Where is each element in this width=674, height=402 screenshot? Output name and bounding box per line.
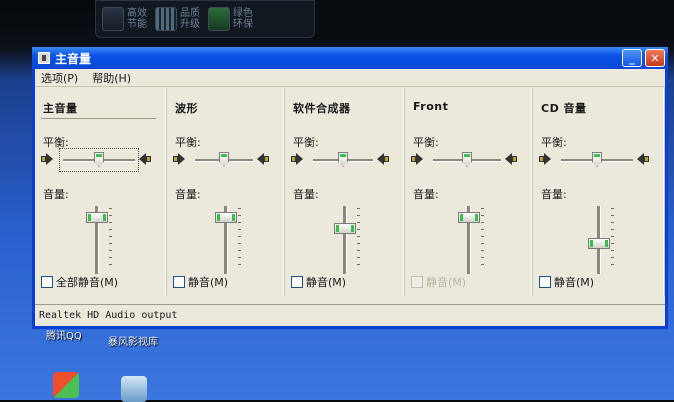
volume-ticks bbox=[611, 208, 614, 270]
channel-column: CD 音量平衡: 音量: 静音(M) bbox=[533, 88, 665, 296]
channel-title: Front bbox=[413, 100, 449, 113]
top-item-energy[interactable]: 高效 节能 bbox=[102, 7, 151, 31]
volume-label: 音量: bbox=[293, 188, 319, 201]
volume-track[interactable] bbox=[343, 206, 347, 274]
mute-label: 全部静音(M) bbox=[56, 276, 119, 289]
balance-slider[interactable] bbox=[411, 150, 521, 170]
mute-checkbox: 静音(M) bbox=[411, 274, 466, 290]
speaker-right-icon bbox=[637, 152, 649, 166]
minimize-button[interactable]: _ bbox=[622, 49, 642, 67]
menu-bar: 选项(P) 帮助(H) bbox=[35, 69, 665, 87]
speaker-right-icon bbox=[377, 152, 389, 166]
desktop-icon-label-qq[interactable]: 腾讯QQ bbox=[46, 327, 82, 342]
balance-thumb[interactable] bbox=[338, 152, 348, 167]
top-item-label: 高效 节能 bbox=[127, 8, 147, 30]
speaker-left-icon bbox=[411, 152, 423, 166]
volume-thumb[interactable] bbox=[86, 211, 108, 223]
speaker-left-icon bbox=[173, 152, 185, 166]
channel-title: 主音量 bbox=[43, 102, 78, 115]
channel-column: 主音量 平衡: 音量: 全部静音(M) bbox=[35, 88, 167, 296]
video-library-icon[interactable] bbox=[121, 376, 147, 402]
energy-icon bbox=[102, 7, 124, 31]
balance-slider[interactable] bbox=[539, 150, 649, 170]
channel-column: 波形平衡: 音量: 静音(M) bbox=[167, 88, 285, 296]
mute-checkbox[interactable]: 静音(M) bbox=[173, 274, 228, 290]
window-title: 主音量 bbox=[55, 51, 92, 66]
volume-label: 音量: bbox=[43, 188, 69, 201]
menu-options[interactable]: 选项(P) bbox=[41, 70, 78, 86]
volume-ticks bbox=[109, 208, 112, 270]
channel-title: 波形 bbox=[175, 102, 198, 115]
mute-checkbox[interactable]: 静音(M) bbox=[291, 274, 346, 290]
balance-label: 平衡: bbox=[293, 136, 319, 149]
volume-control-window: 主音量 _ ✕ 选项(P) 帮助(H) 主音量平衡: 音量: 全部静音(M) 波形平衡… bbox=[32, 47, 668, 329]
quality-icon bbox=[155, 7, 177, 31]
balance-label: 平衡: bbox=[413, 136, 439, 149]
mute-label: 静音(M) bbox=[426, 276, 467, 289]
eco-icon bbox=[208, 7, 230, 31]
balance-slider[interactable] bbox=[41, 148, 151, 172]
checkbox-box[interactable] bbox=[173, 276, 185, 288]
mute-checkbox[interactable]: 静音(M) bbox=[539, 274, 594, 290]
balance-slider[interactable] bbox=[173, 150, 283, 170]
speaker-left-icon bbox=[291, 152, 303, 166]
close-button[interactable]: ✕ bbox=[645, 49, 665, 67]
focus-rectangle bbox=[59, 148, 139, 172]
top-item-quality[interactable]: 品质 升级 bbox=[155, 7, 204, 31]
title-bar[interactable]: 主音量 _ ✕ bbox=[32, 47, 668, 69]
desktop-icon-label-video[interactable]: 暴风影视库 bbox=[108, 333, 158, 348]
screen-bezel bbox=[314, 0, 674, 40]
checkbox-box[interactable] bbox=[291, 276, 303, 288]
checkbox-box[interactable] bbox=[41, 276, 53, 288]
volume-label: 音量: bbox=[541, 188, 567, 201]
speaker-right-icon bbox=[257, 152, 269, 166]
checkbox-box bbox=[411, 276, 423, 288]
speaker-right-icon bbox=[139, 152, 151, 166]
qq-icon[interactable] bbox=[53, 372, 79, 398]
speaker-app-icon bbox=[38, 52, 50, 64]
speaker-left-icon bbox=[539, 152, 551, 166]
volume-label: 音量: bbox=[413, 188, 439, 201]
mute-label: 静音(M) bbox=[188, 276, 229, 289]
mute-label: 静音(M) bbox=[306, 276, 347, 289]
top-toolbar: 高效 节能 品质 升级 绿色 环保 bbox=[95, 0, 315, 38]
balance-label: 平衡: bbox=[175, 136, 201, 149]
speaker-right-icon bbox=[505, 152, 517, 166]
channel-column: 软件合成器平衡: 音量: 静音(M) bbox=[285, 88, 405, 296]
channel-title: CD 音量 bbox=[541, 102, 587, 115]
mute-label: 静音(M) bbox=[554, 276, 595, 289]
volume-ticks bbox=[238, 208, 241, 270]
balance-thumb[interactable] bbox=[592, 152, 602, 167]
speaker-left-icon bbox=[41, 152, 53, 166]
volume-label: 音量: bbox=[175, 188, 201, 201]
channel-panels: 主音量平衡: 音量: 全部静音(M) 波形平衡: 音量: 静音(M) 软件合成器平衡: 音量:… bbox=[35, 88, 665, 296]
volume-thumb[interactable] bbox=[215, 211, 237, 223]
volume-thumb[interactable] bbox=[334, 223, 356, 235]
top-item-eco[interactable]: 绿色 环保 bbox=[208, 7, 257, 31]
top-item-label: 品质 升级 bbox=[180, 8, 200, 30]
channel-title: 软件合成器 bbox=[293, 102, 351, 115]
volume-thumb[interactable] bbox=[588, 237, 610, 249]
volume-thumb[interactable] bbox=[458, 211, 480, 223]
balance-slider[interactable] bbox=[291, 150, 401, 170]
title-divider bbox=[41, 118, 156, 119]
balance-thumb[interactable] bbox=[462, 152, 472, 167]
menu-help[interactable]: 帮助(H) bbox=[92, 70, 131, 86]
top-item-label: 绿色 环保 bbox=[233, 8, 253, 30]
balance-thumb[interactable] bbox=[219, 152, 229, 167]
volume-ticks bbox=[481, 208, 484, 270]
channel-column: Front 平衡: 音量: 静音(M) bbox=[405, 88, 533, 296]
volume-ticks bbox=[357, 208, 360, 270]
mute-checkbox[interactable]: 全部静音(M) bbox=[41, 274, 118, 290]
checkbox-box[interactable] bbox=[539, 276, 551, 288]
balance-label: 平衡: bbox=[541, 136, 567, 149]
status-bar: Realtek HD Audio output bbox=[35, 304, 665, 326]
status-text: Realtek HD Audio output bbox=[39, 310, 178, 321]
